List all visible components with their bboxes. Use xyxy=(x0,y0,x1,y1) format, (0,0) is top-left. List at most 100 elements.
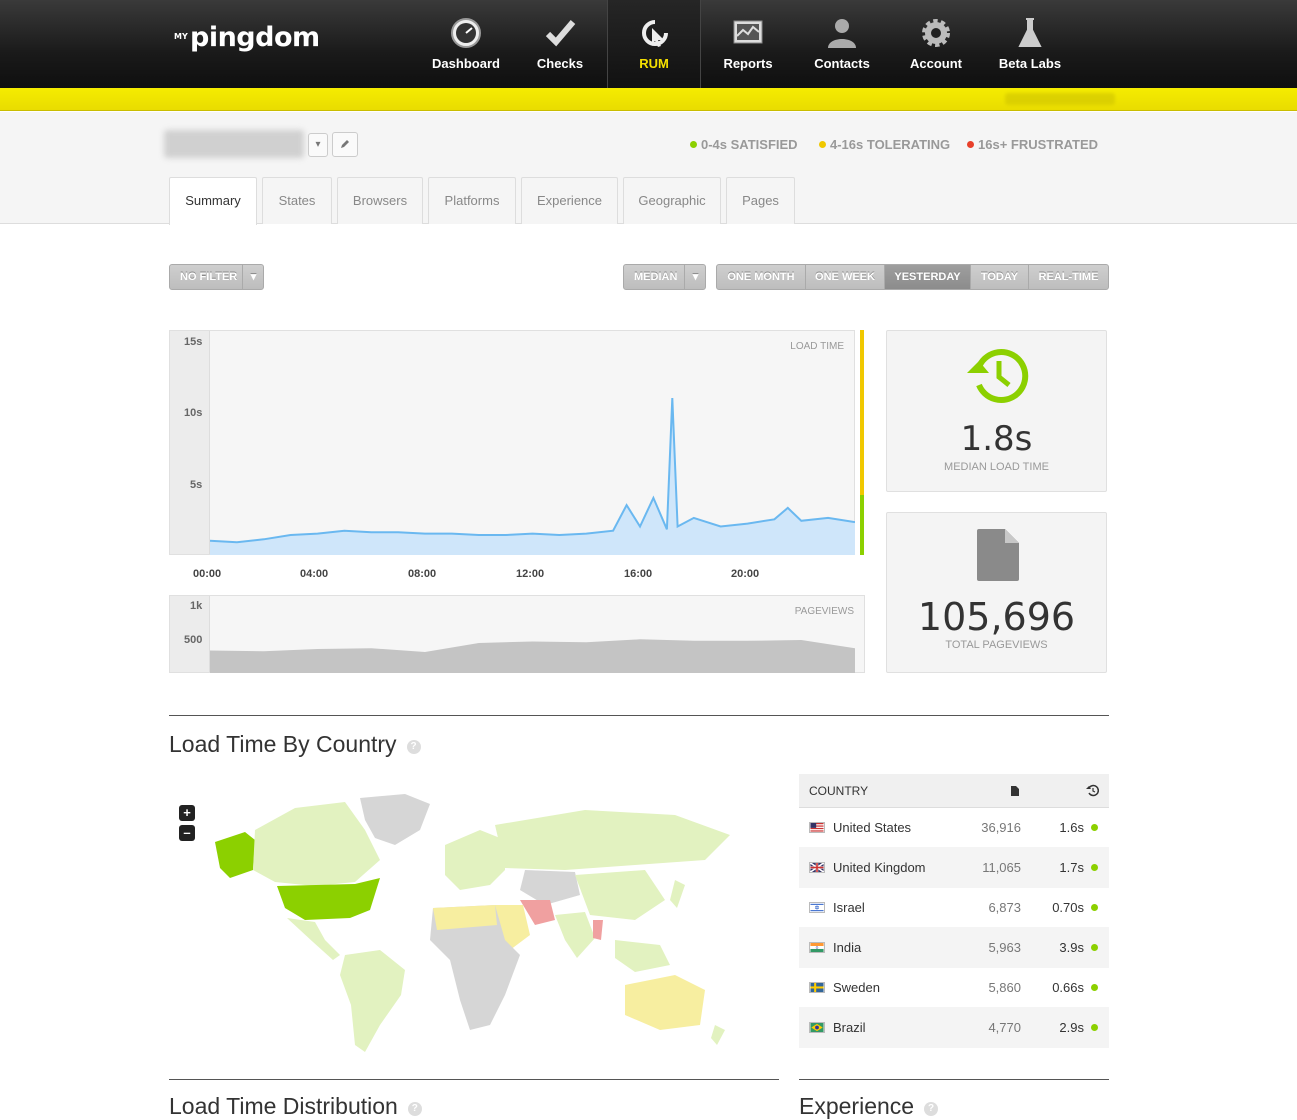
site-name-blurred xyxy=(164,130,304,158)
y-tick-5s: 5s xyxy=(190,479,203,491)
nav-beta-labs[interactable]: Beta Labs xyxy=(983,0,1077,88)
map-southeast-asia xyxy=(615,940,670,972)
country-pageviews: 6,873 xyxy=(988,900,1021,915)
aggregate-dropdown[interactable]: MEDIAN ▾ xyxy=(623,264,706,290)
edit-site-button[interactable] xyxy=(332,132,358,157)
nav-reports[interactable]: Reports xyxy=(701,0,795,88)
y-tick-15s: 15s xyxy=(184,336,203,348)
tab-states[interactable]: States xyxy=(262,177,332,224)
country-load-time: 3.9s xyxy=(1059,940,1084,955)
pageviews-column-icon xyxy=(1011,786,1019,796)
tab-geographic[interactable]: Geographic xyxy=(623,177,721,224)
country-name: United Kingdom xyxy=(833,860,926,875)
range-one-week[interactable]: ONE WEEK xyxy=(806,265,885,289)
map-japan xyxy=(670,880,685,908)
filter-dropdown[interactable]: NO FILTER ▾ xyxy=(169,264,264,290)
zoom-out-button[interactable]: – xyxy=(179,825,195,841)
country-load-time: 1.6s xyxy=(1059,820,1084,835)
person-icon xyxy=(828,19,856,48)
country-row[interactable]: United States 36,916 1.6s xyxy=(799,808,1109,848)
nav-contacts[interactable]: Contacts xyxy=(795,0,889,88)
pageviews-plot[interactable] xyxy=(210,596,855,673)
country-pageviews: 5,860 xyxy=(988,980,1021,995)
x-tick-0000: 00:00 xyxy=(193,568,222,580)
tab-summary[interactable]: Summary xyxy=(169,177,257,225)
y-tick-500: 500 xyxy=(184,634,203,646)
range-yesterday[interactable]: YESTERDAY xyxy=(885,265,971,289)
map-canada xyxy=(253,802,380,886)
tab-browsers[interactable]: Browsers xyxy=(337,177,423,224)
gauge-icon xyxy=(451,18,481,48)
nav-account[interactable]: Account xyxy=(889,0,983,88)
range-today[interactable]: TODAY xyxy=(971,265,1029,289)
document-icon xyxy=(977,529,1019,581)
chevron-down-icon: ▾ xyxy=(684,265,706,289)
tab-pages[interactable]: Pages xyxy=(726,177,795,224)
map-new-zealand xyxy=(711,1025,725,1045)
zoom-in-button[interactable]: + xyxy=(179,805,195,821)
total-pageviews-value: 105,696 xyxy=(917,595,1076,639)
frustrated-dot xyxy=(967,141,974,148)
chart-series-line xyxy=(210,398,855,544)
country-row[interactable]: Israel 6,873 0.70s xyxy=(799,888,1109,928)
time-range-selector: ONE MONTH ONE WEEK YESTERDAY TODAY REAL-… xyxy=(716,264,1109,290)
range-one-month[interactable]: ONE MONTH xyxy=(717,265,806,289)
y-tick-1k: 1k xyxy=(190,600,203,612)
legend-frustrated: 16s+ FRUSTRATED xyxy=(967,137,1098,152)
tab-platforms[interactable]: Platforms xyxy=(428,177,516,224)
country-row[interactable]: India 5,963 3.9s xyxy=(799,928,1109,968)
satisfied-dot xyxy=(690,141,697,148)
country-name: Israel xyxy=(833,900,865,915)
country-name: United States xyxy=(833,820,912,835)
chart-area-fill xyxy=(210,398,855,555)
country-row[interactable]: United Kingdom 11,065 1.7s xyxy=(799,848,1109,888)
status-dot xyxy=(1091,824,1098,831)
section-divider xyxy=(169,715,1109,716)
chart-area-fill xyxy=(210,639,855,673)
uk-flag-icon xyxy=(809,862,825,873)
help-icon[interactable]: ? xyxy=(406,740,421,754)
tab-experience[interactable]: Experience xyxy=(521,177,618,224)
map-alaska xyxy=(215,832,255,878)
status-dot xyxy=(1091,904,1098,911)
legend-satisfied: 0-4s SATISFIED xyxy=(690,137,798,152)
median-load-time-value: 1.8s xyxy=(960,419,1033,459)
tolerating-indicator xyxy=(860,330,864,495)
satisfied-indicator xyxy=(860,495,864,555)
nav-rum[interactable]: RUM xyxy=(607,0,701,88)
world-map[interactable] xyxy=(205,790,745,1070)
nav-dashboard[interactable]: Dashboard xyxy=(419,0,513,88)
sweden-flag-icon xyxy=(809,982,825,993)
status-dot xyxy=(1091,984,1098,991)
status-dot xyxy=(1091,944,1098,951)
country-row[interactable]: Sweden 5,860 0.66s xyxy=(799,968,1109,1008)
nav-checks[interactable]: Checks xyxy=(513,0,607,88)
map-central-asia xyxy=(520,870,580,905)
blurred-account-name xyxy=(1005,93,1115,105)
country-table-header: COUNTRY xyxy=(799,774,1109,808)
section-divider xyxy=(799,1079,1109,1080)
map-europe xyxy=(445,830,505,890)
range-real-time[interactable]: REAL-TIME xyxy=(1029,265,1108,289)
map-south-america xyxy=(340,950,405,1052)
report-chart-icon xyxy=(733,20,763,44)
india-flag-icon xyxy=(809,942,825,953)
map-mexico xyxy=(287,918,340,960)
load-time-y-axis xyxy=(170,331,210,554)
help-icon[interactable]: ? xyxy=(924,1102,939,1116)
tolerating-dot xyxy=(819,141,826,148)
site-dropdown-button[interactable]: ▾ xyxy=(308,133,328,157)
status-dot xyxy=(1091,864,1098,871)
map-australia xyxy=(625,975,705,1030)
brazil-flag-icon xyxy=(809,1022,825,1033)
country-row[interactable]: Brazil 4,770 2.9s xyxy=(799,1008,1109,1048)
country-section-title: Load Time By Country? xyxy=(169,731,421,758)
history-clock-icon xyxy=(967,349,1029,403)
country-pageviews: 5,963 xyxy=(988,940,1021,955)
help-icon[interactable]: ? xyxy=(407,1102,422,1116)
x-tick-2000: 20:00 xyxy=(731,568,760,580)
load-time-plot[interactable] xyxy=(210,331,855,555)
x-tick-0800: 08:00 xyxy=(408,568,437,580)
load-time-column-icon xyxy=(1086,784,1099,797)
country-name: Sweden xyxy=(833,980,880,995)
